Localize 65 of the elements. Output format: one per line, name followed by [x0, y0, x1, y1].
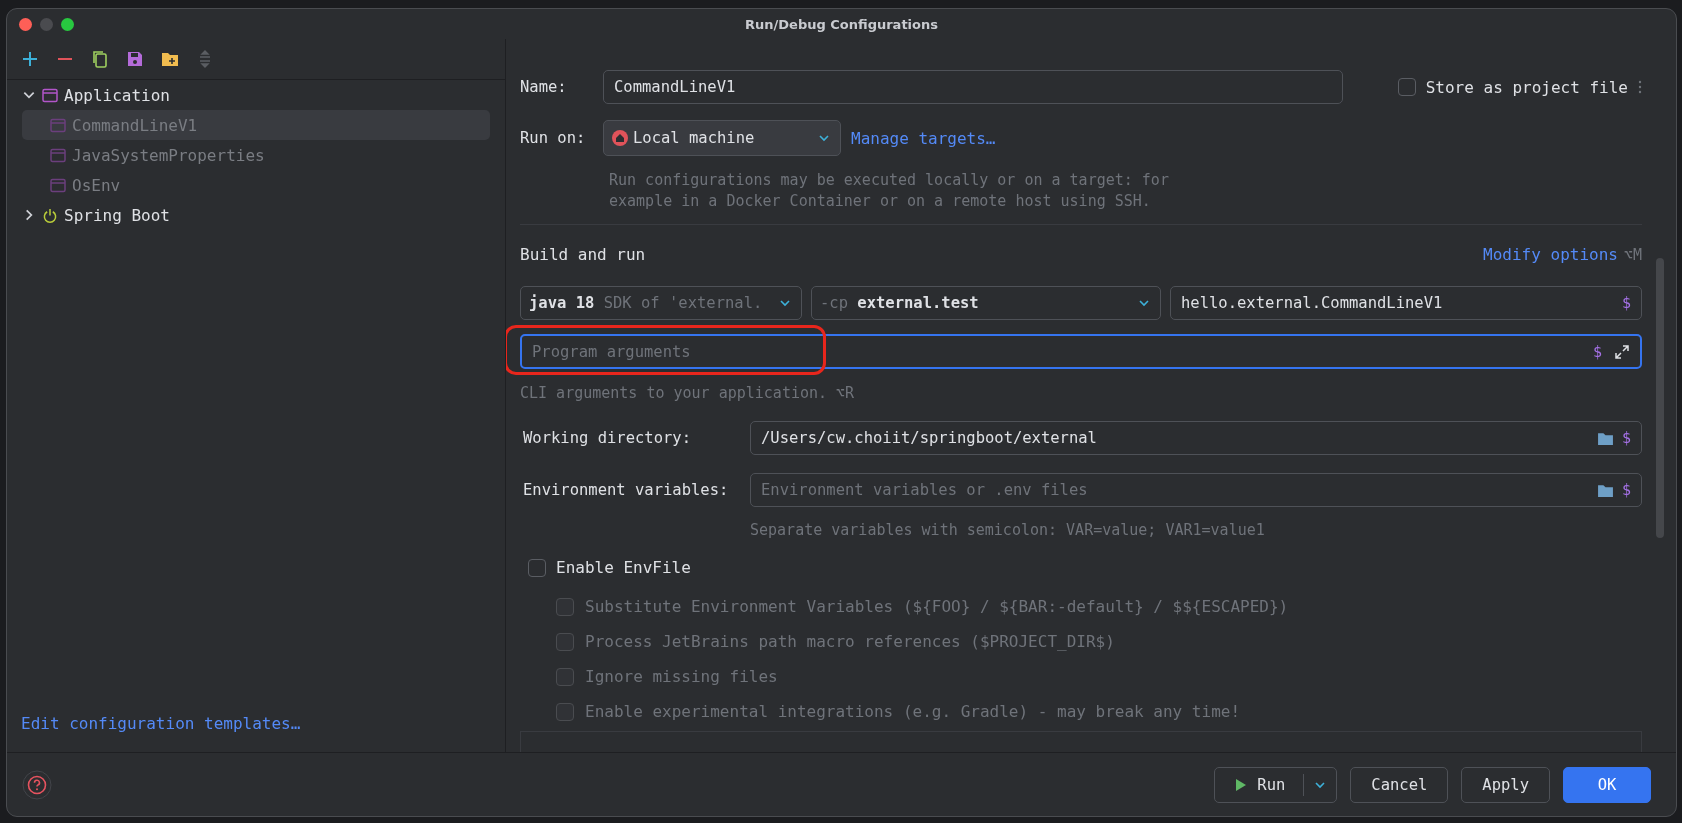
ok-button[interactable]: OK: [1563, 766, 1651, 803]
store-checkbox[interactable]: [1397, 78, 1416, 96]
macro-button[interactable]: $: [1621, 429, 1631, 447]
folder-icon[interactable]: [1596, 430, 1614, 446]
caret-icon: [818, 134, 830, 142]
tree-item[interactable]: CommandLineV1: [72, 115, 198, 135]
environment-hint: Separate variables with semicolon: VAR=value; VAR1=value1: [750, 520, 1266, 541]
environment-variables-field[interactable]: Environment variables or .env files $: [750, 473, 1642, 507]
modify-options-link[interactable]: Modify options: [1483, 245, 1618, 264]
arguments-hint: CLI arguments to your application. ⌥R: [520, 383, 856, 404]
macro-button[interactable]: $: [1592, 342, 1602, 361]
section-title: Build and run: [520, 245, 646, 264]
option-label: Enable experimental integrations (e.g. Gradle) - may break any time!: [585, 702, 1241, 721]
dialog-button[interactable]: Apply: [1461, 766, 1550, 803]
house-icon: [612, 130, 628, 146]
shortcut-label: ⌥M: [1623, 245, 1642, 264]
run-on-hint: Run configurations may be executed locally or on a target: for example in a Docker Container or on a remote host using SSH.: [609, 170, 1170, 212]
caret-icon: [779, 299, 791, 307]
expand-icon[interactable]: [1614, 343, 1630, 360]
caret-icon: [1314, 780, 1327, 789]
help-icon[interactable]: [22, 769, 52, 800]
window-icon: [50, 117, 66, 133]
environment-variables-label: Environment variables:: [522, 481, 730, 499]
window-icon: [50, 147, 66, 163]
option-label: Ignore missing files: [585, 667, 778, 686]
window-icon: [50, 177, 66, 193]
macro-button[interactable]: $: [1621, 481, 1631, 499]
play-icon: [1235, 777, 1248, 792]
tree-item[interactable]: OsEnv: [72, 175, 121, 195]
caret-icon: [1138, 299, 1150, 307]
dialog-button[interactable]: Cancel: [1350, 766, 1449, 803]
selected-tree-row[interactable]: CommandLineV1: [22, 110, 490, 140]
edit-templates-link[interactable]: Edit configuration templates…: [21, 714, 301, 733]
run-button[interactable]: Run: [1214, 766, 1338, 803]
classpath-dropdown[interactable]: -cp external.test: [811, 286, 1161, 320]
name-field[interactable]: CommandLineV1: [603, 70, 1343, 104]
enable-envfile-label: Enable EnvFile: [556, 558, 691, 577]
working-directory-label: Working directory:: [522, 429, 692, 447]
jre-dropdown[interactable]: java 18 SDK of 'external.: [520, 286, 802, 320]
tree-item[interactable]: Application: [64, 85, 170, 105]
power-icon: [42, 207, 58, 223]
name-label: Name:: [520, 78, 568, 96]
enable-envfile-checkbox[interactable]: [528, 558, 546, 577]
add-icon[interactable]: [20, 49, 40, 69]
store-label: Store as project file: [1425, 77, 1628, 97]
run-on-label: Run on:: [520, 129, 587, 147]
window-icon: [42, 87, 58, 103]
copy-icon[interactable]: [90, 49, 110, 69]
tree-item[interactable]: Spring Boot: [64, 205, 170, 225]
more-icon[interactable]: [1638, 80, 1642, 94]
program-arguments-field[interactable]: Program arguments $: [520, 334, 1642, 369]
run-on-dropdown[interactable]: Local machine: [603, 120, 841, 156]
close-button[interactable]: [19, 18, 32, 31]
window-title: Run/Debug Configurations: [745, 16, 938, 32]
main-class-field[interactable]: hello.external.CommandLineV1 $: [1170, 286, 1642, 320]
option-label: Substitute Environment Variables (${FOO} / ${BAR:-default} / $${ESCAPED}): [585, 597, 1289, 616]
maximize-button[interactable]: [61, 18, 74, 31]
folder-icon[interactable]: [1596, 482, 1614, 498]
macro-button[interactable]: $: [1621, 294, 1631, 312]
working-directory-field[interactable]: /Users/cw.choiit/springboot/external $: [750, 421, 1642, 455]
manage-targets-link[interactable]: Manage targets…: [851, 128, 996, 148]
option-label: Process JetBrains path macro references ($PROJECT_DIR$): [585, 632, 1115, 651]
save-icon[interactable]: [125, 49, 145, 69]
tree-item[interactable]: JavaSystemProperties: [72, 145, 265, 165]
scrollbar[interactable]: [1656, 258, 1664, 538]
